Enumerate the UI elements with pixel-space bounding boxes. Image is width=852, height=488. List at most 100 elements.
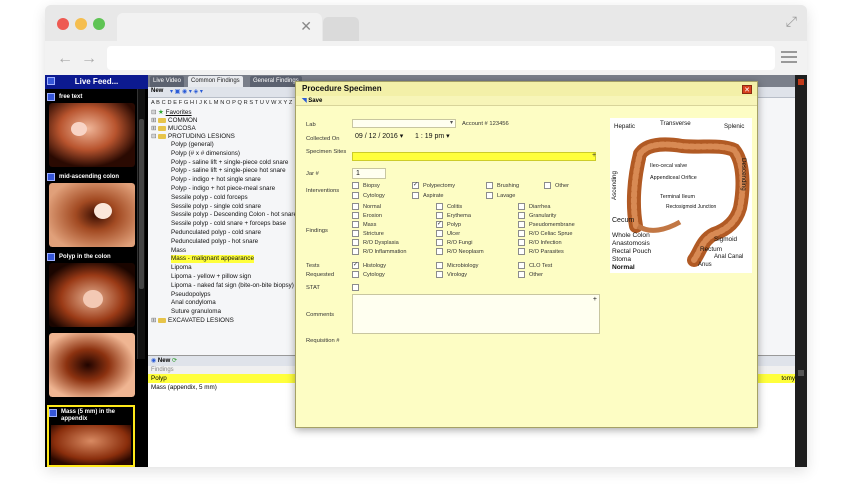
- comments-textarea[interactable]: +: [352, 294, 600, 334]
- collected-date-field[interactable]: 09 / 12 / 2016 ▾: [352, 132, 406, 143]
- tree-folder-favorites[interactable]: ⊟ ★ Favorites: [151, 109, 192, 117]
- new-button[interactable]: New: [151, 88, 163, 94]
- tree-item[interactable]: Sessile polyp - single cold snare: [171, 203, 261, 211]
- tree-item[interactable]: Polyp - saline lift + single-piece hot s…: [171, 167, 286, 175]
- tree-item[interactable]: Anal condyloma: [171, 299, 216, 307]
- checkbox[interactable]: [352, 230, 359, 237]
- endoscopy-thumbnail-4[interactable]: [49, 333, 135, 397]
- add-site-icon[interactable]: +: [592, 152, 596, 159]
- jar-number-field[interactable]: 1: [352, 168, 386, 179]
- close-window-dot[interactable]: [57, 18, 69, 30]
- checkbox[interactable]: [518, 203, 525, 210]
- refresh-icon[interactable]: ⟳: [172, 358, 177, 364]
- tree-item[interactable]: Polyp (general): [171, 141, 214, 149]
- tree-item[interactable]: Mass: [171, 247, 186, 255]
- tree-item[interactable]: Sessile polyp - cold snare + forceps bas…: [171, 220, 286, 228]
- checkbox[interactable]: [436, 203, 443, 210]
- checkbox[interactable]: [352, 203, 359, 210]
- tree-item[interactable]: Pedunculated polyp - hot snare: [171, 238, 258, 246]
- tree-item[interactable]: Mass - malignant appearance: [171, 255, 254, 264]
- minimize-window-dot[interactable]: [75, 18, 87, 30]
- maximize-window-dot[interactable]: [93, 18, 105, 30]
- tree-item[interactable]: Lipoma: [171, 264, 192, 272]
- checkbox[interactable]: ✓: [436, 221, 443, 228]
- checkbox[interactable]: [412, 192, 419, 199]
- outer-close-icon[interactable]: [798, 79, 804, 85]
- checkbox[interactable]: [518, 248, 525, 255]
- checkbox[interactable]: [518, 271, 525, 278]
- live-feed-scrollbar[interactable]: [137, 89, 145, 359]
- live-feed-menu-icon[interactable]: [47, 77, 55, 85]
- checkbox[interactable]: [544, 182, 551, 189]
- checkbox[interactable]: [352, 221, 359, 228]
- tree-item[interactable]: Pedunculated polyp - cold snare: [171, 229, 261, 237]
- checkbox[interactable]: [352, 192, 359, 199]
- checkbox[interactable]: [352, 271, 359, 278]
- endoscopy-thumbnail-2[interactable]: [49, 183, 135, 247]
- new-tab-button[interactable]: [323, 17, 359, 41]
- checkbox[interactable]: [486, 182, 493, 189]
- thumbnail-icon[interactable]: [47, 93, 55, 101]
- back-arrow-icon[interactable]: ←: [57, 50, 73, 68]
- checkbox[interactable]: [352, 239, 359, 246]
- checkbox[interactable]: [352, 182, 359, 189]
- checkbox[interactable]: [436, 239, 443, 246]
- chevron-down-icon[interactable]: ▾: [450, 119, 453, 126]
- save-button[interactable]: Save: [308, 98, 322, 104]
- lab-select[interactable]: [352, 119, 456, 128]
- checkbox[interactable]: [436, 212, 443, 219]
- tree-item[interactable]: Polyp - indigo + hot single snare: [171, 176, 261, 184]
- checkbox[interactable]: [436, 262, 443, 269]
- tree-folder-common[interactable]: ⊞ COMMON: [151, 117, 197, 125]
- tree-item[interactable]: Polyp - saline lift + single-piece cold …: [171, 159, 288, 167]
- close-tab-icon[interactable]: ✕: [300, 18, 312, 35]
- browser-tab[interactable]: ✕: [117, 13, 322, 41]
- selected-thumbnail-frame[interactable]: Mass (5 mm) in the appendix: [47, 405, 135, 467]
- stat-checkbox[interactable]: [352, 284, 359, 291]
- collected-time-field[interactable]: 1 : 19 pm ▾: [412, 132, 456, 143]
- tree-item[interactable]: Lipoma - naked fat sign (bite-on-bite bi…: [171, 282, 294, 290]
- checkbox[interactable]: [518, 221, 525, 228]
- add-comment-icon[interactable]: +: [593, 295, 597, 304]
- checkbox[interactable]: [436, 230, 443, 237]
- specimen-sites-field[interactable]: [352, 152, 596, 161]
- checkbox[interactable]: [518, 239, 525, 246]
- tree-item[interactable]: Polyp (# x # dimensions): [171, 150, 240, 158]
- tab-common-findings[interactable]: Common Findings: [188, 76, 243, 87]
- endoscopy-thumbnail-1[interactable]: [49, 103, 135, 167]
- new-finding-button[interactable]: New: [158, 358, 170, 364]
- tab-general-findings[interactable]: General Findings: [250, 76, 302, 87]
- colon-anatomy-diagram[interactable]: Hepatic Transverse Splenic Ascending Des…: [610, 118, 752, 273]
- checkbox[interactable]: ✓: [352, 262, 359, 269]
- tree-folder-protruding[interactable]: ⊟ PROTUDING LESIONS: [151, 133, 235, 141]
- expand-icon[interactable]: ⤢: [786, 13, 797, 30]
- tree-item[interactable]: Pseudopolyps: [171, 291, 211, 299]
- thumbnail-icon[interactable]: [47, 253, 55, 261]
- thumbnail-icon[interactable]: [47, 173, 55, 181]
- thumbnail-icon[interactable]: [49, 409, 57, 417]
- checkbox[interactable]: [352, 248, 359, 255]
- checkbox[interactable]: [518, 262, 525, 269]
- hamburger-menu-icon[interactable]: [781, 48, 797, 66]
- address-bar[interactable]: [107, 46, 775, 70]
- checkbox[interactable]: [486, 192, 493, 199]
- checkbox[interactable]: ✓: [412, 182, 419, 189]
- checkbox[interactable]: [518, 212, 525, 219]
- tree-folder-excavated[interactable]: ⊞ EXCAVATED LESIONS: [151, 317, 234, 325]
- tree-item[interactable]: Suture granuloma: [171, 308, 221, 316]
- tab-live-video[interactable]: Live Video: [150, 76, 184, 87]
- close-icon[interactable]: ✕: [742, 85, 752, 94]
- alphabet-index[interactable]: A B C D E F G H I J K L M N O P Q R S T …: [151, 100, 292, 106]
- toolbar-icons[interactable]: ▾ ▣ ◉ ▾ ◈ ▾: [170, 88, 203, 95]
- tree-item[interactable]: Sessile polyp - Descending Colon - hot s…: [171, 211, 297, 219]
- tree-folder-mucosa[interactable]: ⊞ MUCOSA: [151, 125, 196, 133]
- checkbox[interactable]: [352, 212, 359, 219]
- tree-item[interactable]: Sessile polyp - cold forceps: [171, 194, 248, 202]
- forward-arrow-icon[interactable]: →: [81, 50, 97, 68]
- tree-item[interactable]: Lipoma - yellow + pillow sign: [171, 273, 251, 281]
- endoscopy-thumbnail-3[interactable]: [49, 263, 135, 327]
- outer-scroll-button[interactable]: [798, 370, 804, 376]
- checkbox[interactable]: [518, 230, 525, 237]
- checkbox[interactable]: [436, 271, 443, 278]
- checkbox[interactable]: [436, 248, 443, 255]
